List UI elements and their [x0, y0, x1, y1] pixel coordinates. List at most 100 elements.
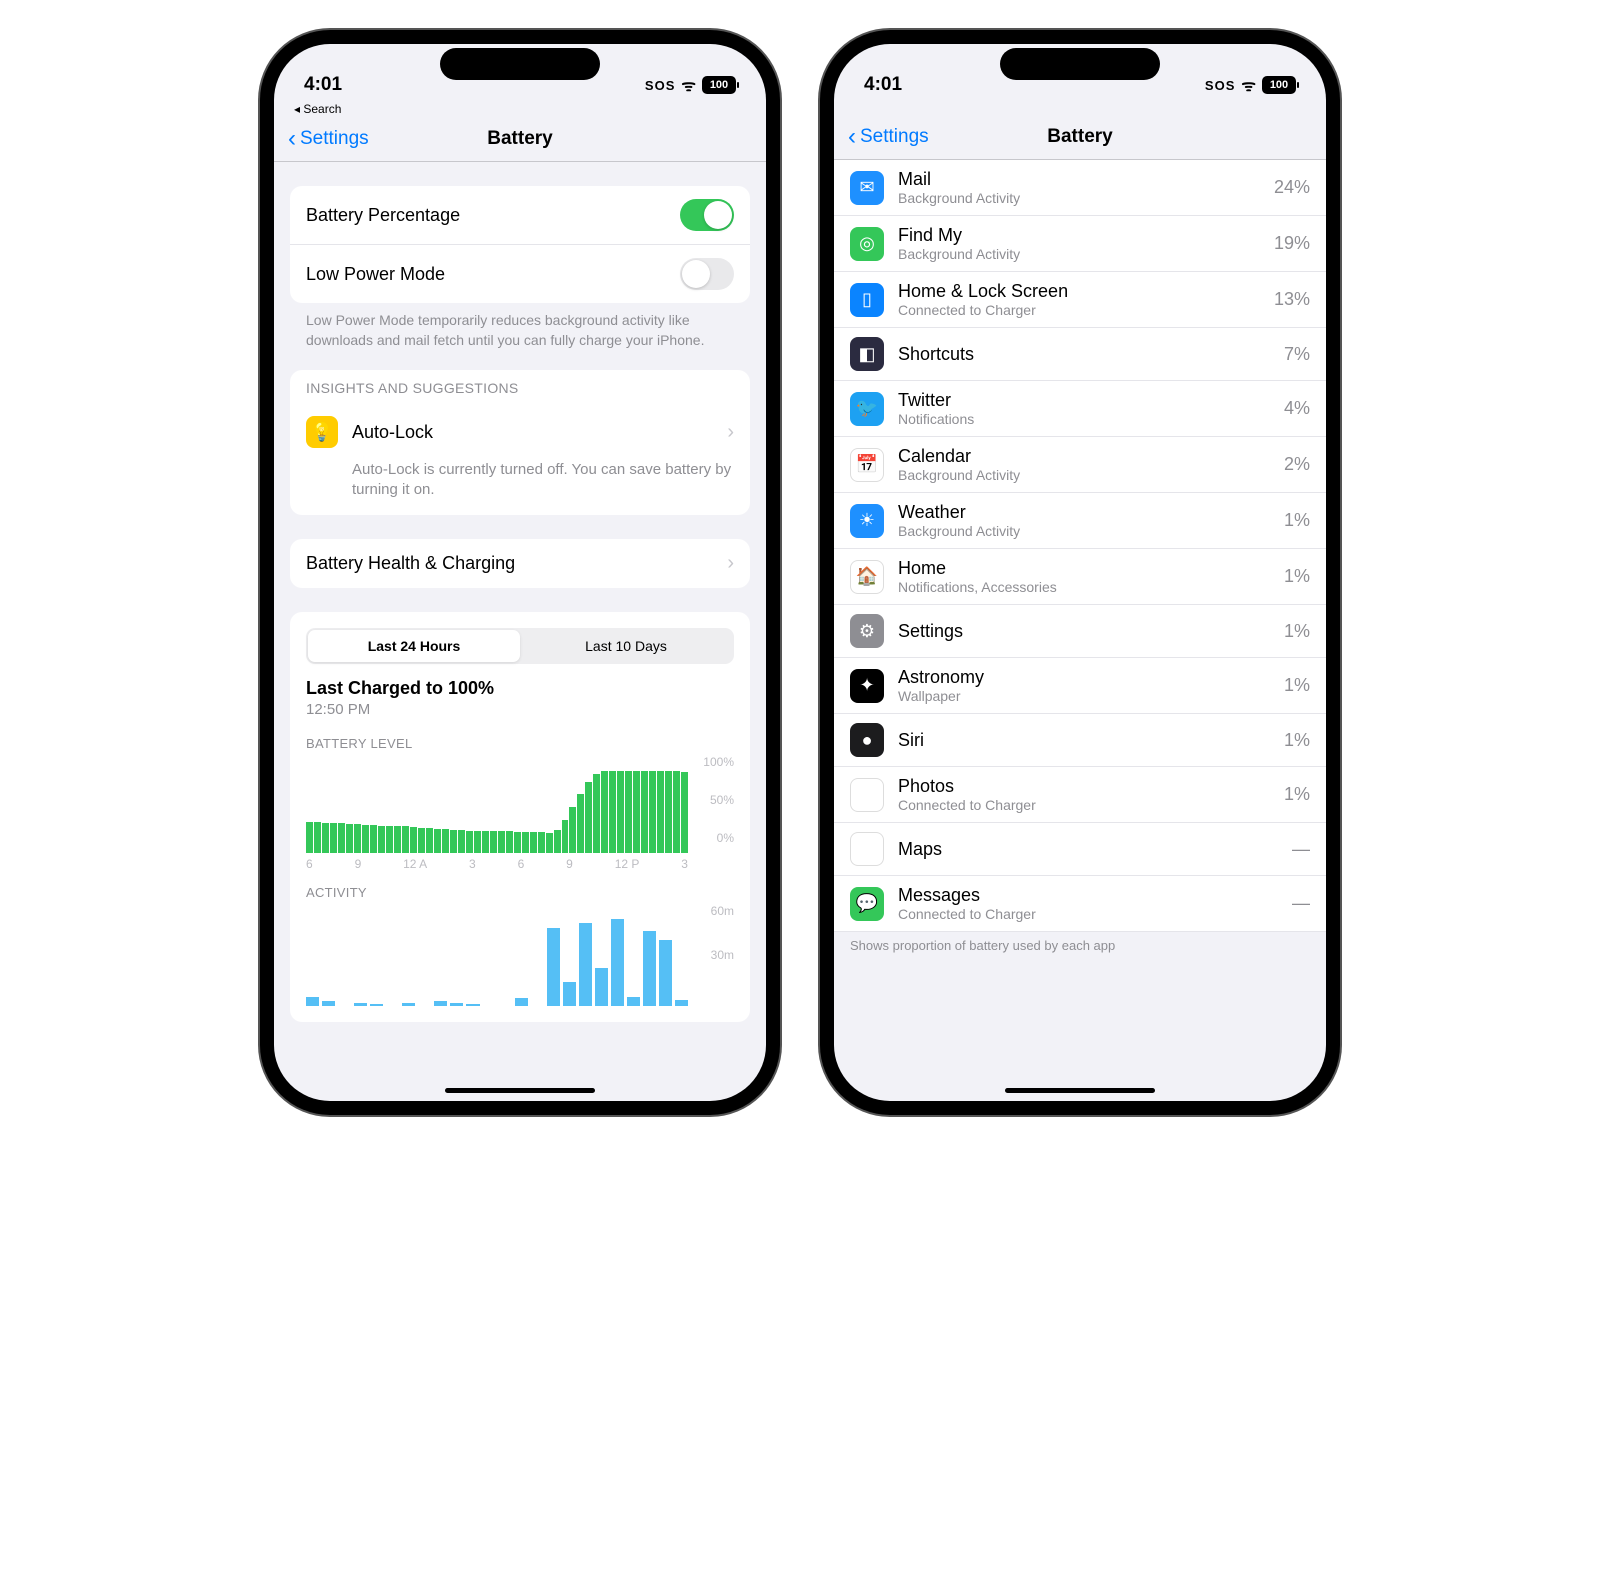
sos-indicator: SOS [1205, 78, 1235, 93]
app-row[interactable]: ▲Maps— [834, 823, 1326, 876]
auto-lock-description: Auto-Lock is currently turned off. You c… [290, 460, 750, 515]
activity-bar [563, 982, 576, 1006]
app-subtitle: Notifications, Accessories [898, 579, 1270, 595]
app-name: Astronomy [898, 667, 1270, 688]
nav-title: Battery [487, 128, 552, 150]
app-subtitle: Notifications [898, 411, 1270, 427]
app-usage-list: ✉MailBackground Activity24%◎Find MyBackg… [834, 160, 1326, 932]
level-bar [434, 829, 441, 853]
activity-bar [370, 1004, 383, 1006]
wifi-icon: ᯤ [681, 74, 696, 96]
app-row[interactable]: ☀WeatherBackground Activity1% [834, 493, 1326, 549]
app-name: Maps [898, 839, 1278, 860]
nav-back-button[interactable]: ‹ Settings [288, 125, 369, 153]
level-bar [562, 820, 569, 853]
app-icon: 💬 [850, 887, 884, 921]
content-right[interactable]: ✉MailBackground Activity24%◎Find MyBackg… [834, 160, 1326, 1101]
segment-10d[interactable]: Last 10 Days [520, 630, 732, 662]
level-bar [665, 771, 672, 853]
app-name: Twitter [898, 390, 1270, 411]
chevron-left-icon: ‹ [288, 125, 296, 153]
x-tick: 3 [469, 857, 476, 871]
level-bar [490, 831, 497, 852]
app-text: MailBackground Activity [898, 169, 1260, 206]
level-bar [633, 771, 640, 853]
battery-level-label: BATTERY LEVEL [306, 718, 734, 757]
app-row[interactable]: ⚙Settings1% [834, 605, 1326, 658]
home-indicator[interactable] [445, 1088, 595, 1093]
app-row[interactable]: ▯Home & Lock ScreenConnected to Charger1… [834, 272, 1326, 328]
insights-header: INSIGHTS AND SUGGESTIONS [290, 370, 750, 404]
app-row[interactable]: ●Siri1% [834, 714, 1326, 767]
y-100: 100% [703, 755, 734, 769]
level-bar [322, 823, 329, 853]
nav-back-label: Settings [300, 128, 369, 150]
status-bar: 4:01 SOS ᯤ 100 [834, 44, 1326, 100]
level-bar [346, 824, 353, 853]
screen: 4:01 SOS ᯤ 100 ◂ Search ‹ Settings Batte… [274, 44, 766, 1101]
x-tick: 9 [566, 857, 573, 871]
app-icon: 🐦 [850, 392, 884, 426]
app-row[interactable]: ✿PhotosConnected to Charger1% [834, 767, 1326, 823]
home-indicator[interactable] [1005, 1088, 1155, 1093]
usage-footnote: Shows proportion of battery used by each… [834, 932, 1326, 959]
app-row[interactable]: 🐦TwitterNotifications4% [834, 381, 1326, 437]
activity-bar [354, 1003, 367, 1006]
activity-bar [547, 928, 560, 1006]
low-power-toggle[interactable] [680, 258, 734, 290]
status-time: 4:01 [304, 74, 342, 96]
x-tick: 12 P [615, 857, 640, 871]
app-icon: ⚙ [850, 614, 884, 648]
app-subtitle: Connected to Charger [898, 906, 1278, 922]
breadcrumb-back[interactable]: ◂ Search [274, 100, 766, 116]
app-name: Messages [898, 885, 1278, 906]
content-left[interactable]: Battery Percentage Low Power Mode Low Po… [274, 162, 766, 1101]
app-icon: ◎ [850, 227, 884, 261]
app-row[interactable]: 🏠HomeNotifications, Accessories1% [834, 549, 1326, 605]
app-percentage: 1% [1284, 621, 1310, 642]
segment-24h[interactable]: Last 24 Hours [308, 630, 520, 662]
app-text: Shortcuts [898, 344, 1270, 365]
battery-level-bars [306, 771, 688, 853]
level-bar [394, 826, 401, 852]
y-0: 0% [717, 831, 734, 845]
app-row[interactable]: ◧Shortcuts7% [834, 328, 1326, 381]
app-name: Home [898, 558, 1270, 579]
battery-health-row[interactable]: Battery Health & Charging › [290, 539, 750, 588]
app-icon: ▲ [850, 832, 884, 866]
level-bar [609, 771, 616, 853]
level-bar [554, 830, 561, 853]
app-text: Siri [898, 730, 1270, 751]
last-charged-title: Last Charged to 100% [306, 678, 734, 701]
app-text: Find MyBackground Activity [898, 225, 1260, 262]
battery-level-chart: 100% 50% 0% 6912 A36912 P3 [306, 757, 734, 867]
level-bar [466, 831, 473, 853]
level-bar [410, 827, 417, 852]
nav-back-label: Settings [860, 126, 929, 148]
app-row[interactable]: ✉MailBackground Activity24% [834, 160, 1326, 216]
app-percentage: 2% [1284, 454, 1310, 475]
app-row[interactable]: 📅CalendarBackground Activity2% [834, 437, 1326, 493]
activity-chart: 60m 30m [306, 906, 734, 1006]
app-row[interactable]: 💬MessagesConnected to Charger— [834, 876, 1326, 932]
app-name: Siri [898, 730, 1270, 751]
app-icon: ✉ [850, 171, 884, 205]
x-tick: 6 [306, 857, 313, 871]
level-bar [330, 823, 337, 853]
activity-bar [434, 1001, 447, 1006]
app-row[interactable]: ✦AstronomyWallpaper1% [834, 658, 1326, 714]
low-power-row[interactable]: Low Power Mode [290, 245, 750, 303]
app-text: Maps [898, 839, 1278, 860]
activity-bar [675, 1000, 688, 1006]
x-tick: 3 [681, 857, 688, 871]
auto-lock-row[interactable]: 💡 Auto-Lock › [290, 404, 750, 460]
battery-percentage-row[interactable]: Battery Percentage [290, 186, 750, 245]
activity-bar [579, 923, 592, 1006]
nav-back-button[interactable]: ‹ Settings [848, 123, 929, 151]
level-bar [530, 832, 537, 853]
app-row[interactable]: ◎Find MyBackground Activity19% [834, 216, 1326, 272]
app-name: Home & Lock Screen [898, 281, 1260, 302]
battery-percentage-toggle[interactable] [680, 199, 734, 231]
level-bar [418, 828, 425, 853]
level-bar [514, 832, 521, 853]
